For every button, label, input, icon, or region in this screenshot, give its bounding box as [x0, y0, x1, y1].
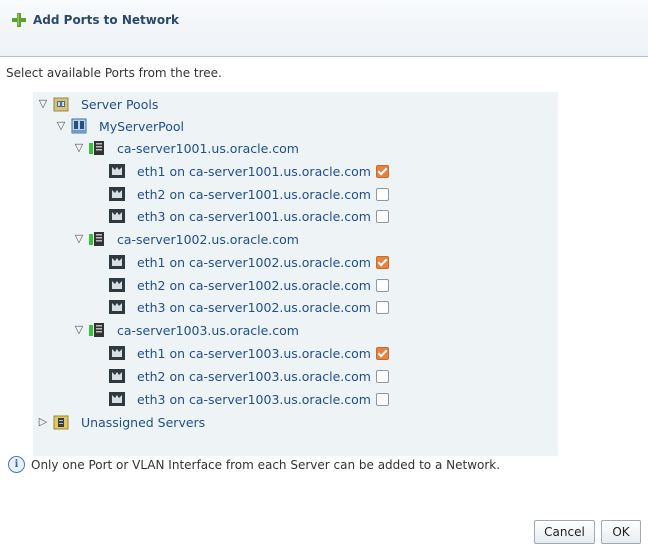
- tree-node-label[interactable]: ca-server1001.us.oracle.com: [117, 141, 299, 156]
- tree-node-port[interactable]: eth2 on ca-server1001.us.oracle.com: [109, 184, 389, 204]
- network-port-icon: [109, 369, 125, 383]
- tree-node-port[interactable]: eth3 on ca-server1001.us.oracle.com: [109, 206, 389, 226]
- server-icon: [89, 232, 104, 246]
- tree-node-label[interactable]: eth1 on ca-server1002.us.oracle.com: [137, 255, 371, 270]
- network-port-icon: [109, 346, 125, 360]
- network-port-icon: [109, 300, 125, 314]
- port-checkbox[interactable]: [375, 164, 389, 178]
- tree-node-port[interactable]: eth3 on ca-server1002.us.oracle.com: [109, 297, 389, 317]
- tree-node-label[interactable]: eth3 on ca-server1001.us.oracle.com: [137, 209, 371, 224]
- tree-node-label[interactable]: eth1 on ca-server1003.us.oracle.com: [137, 346, 371, 361]
- tree-node-label[interactable]: eth3 on ca-server1002.us.oracle.com: [137, 300, 371, 315]
- server-icon: [89, 323, 104, 337]
- tree-node-port[interactable]: eth2 on ca-server1003.us.oracle.com: [109, 366, 389, 386]
- dialog-title: Add Ports to Network: [33, 13, 179, 27]
- port-checkbox[interactable]: [375, 392, 389, 406]
- server-icon: [89, 141, 104, 155]
- tree-node-server[interactable]: ▽ ca-server1003.us.oracle.com: [73, 320, 299, 340]
- tree-node-server-pool[interactable]: ▽ MyServerPool: [55, 116, 184, 136]
- tree-node-label[interactable]: ca-server1002.us.oracle.com: [117, 232, 299, 247]
- port-checkbox[interactable]: [375, 369, 389, 383]
- network-port-icon: [109, 392, 125, 406]
- tree-node-label[interactable]: Server Pools: [81, 97, 158, 112]
- tree-node-server[interactable]: ▽ ca-server1001.us.oracle.com: [73, 138, 299, 158]
- ok-button[interactable]: OK: [601, 520, 641, 544]
- tree-node-port[interactable]: eth1 on ca-server1001.us.oracle.com: [109, 161, 389, 181]
- expand-toggle-icon[interactable]: ▽: [37, 98, 49, 110]
- network-port-icon: [109, 209, 125, 223]
- tree-node-label[interactable]: eth2 on ca-server1001.us.oracle.com: [137, 187, 371, 202]
- expand-toggle-icon[interactable]: ▽: [73, 142, 85, 154]
- collapsed-toggle-icon[interactable]: ▷: [37, 416, 49, 428]
- tree-node-port[interactable]: eth1 on ca-server1002.us.oracle.com: [109, 252, 389, 272]
- expand-toggle-icon[interactable]: ▽: [55, 120, 67, 132]
- info-message-text: Only one Port or VLAN Interface from eac…: [31, 457, 501, 472]
- tree-node-server[interactable]: ▽ ca-server1002.us.oracle.com: [73, 229, 299, 249]
- port-checkbox[interactable]: [375, 300, 389, 314]
- instructions-text: Select available Ports from the tree.: [6, 66, 222, 80]
- tree-node-label[interactable]: eth2 on ca-server1002.us.oracle.com: [137, 278, 371, 293]
- cancel-button[interactable]: Cancel: [534, 520, 595, 544]
- tree-node-port[interactable]: eth1 on ca-server1003.us.oracle.com: [109, 343, 389, 363]
- tree-node-label[interactable]: eth2 on ca-server1003.us.oracle.com: [137, 369, 371, 384]
- info-message: i Only one Port or VLAN Interface from e…: [8, 456, 500, 473]
- tree-node-label[interactable]: ca-server1003.us.oracle.com: [117, 323, 299, 338]
- dialog-header: Add Ports to Network: [0, 0, 648, 57]
- expand-toggle-icon[interactable]: ▽: [73, 324, 85, 336]
- expand-toggle-icon[interactable]: ▽: [73, 233, 85, 245]
- add-icon: [12, 13, 26, 27]
- port-checkbox[interactable]: [375, 255, 389, 269]
- tree-node-label[interactable]: eth3 on ca-server1003.us.oracle.com: [137, 392, 371, 407]
- tree-node-server-pools[interactable]: ▽ Server Pools: [37, 94, 158, 114]
- tree-node-label[interactable]: Unassigned Servers: [81, 415, 205, 430]
- port-checkbox[interactable]: [375, 346, 389, 360]
- network-port-icon: [109, 164, 125, 178]
- network-port-icon: [109, 278, 125, 292]
- port-checkbox[interactable]: [375, 278, 389, 292]
- tree-node-unassigned-servers[interactable]: ▷ Unassigned Servers: [37, 412, 205, 432]
- port-checkbox[interactable]: [375, 209, 389, 223]
- server-pools-icon: [53, 97, 69, 112]
- tree-node-label[interactable]: eth1 on ca-server1001.us.oracle.com: [137, 164, 371, 179]
- tree-node-label[interactable]: MyServerPool: [99, 119, 184, 134]
- unassigned-servers-icon: [53, 415, 69, 430]
- server-pool-icon: [71, 118, 87, 134]
- network-port-icon: [109, 255, 125, 269]
- port-tree: ▽ Server Pools ▽ MyServerPool ▽ ca-serve…: [33, 92, 558, 456]
- tree-node-port[interactable]: eth3 on ca-server1003.us.oracle.com: [109, 389, 389, 409]
- tree-node-port[interactable]: eth2 on ca-server1002.us.oracle.com: [109, 275, 389, 295]
- network-port-icon: [109, 187, 125, 201]
- info-icon: i: [8, 456, 25, 473]
- port-checkbox[interactable]: [375, 187, 389, 201]
